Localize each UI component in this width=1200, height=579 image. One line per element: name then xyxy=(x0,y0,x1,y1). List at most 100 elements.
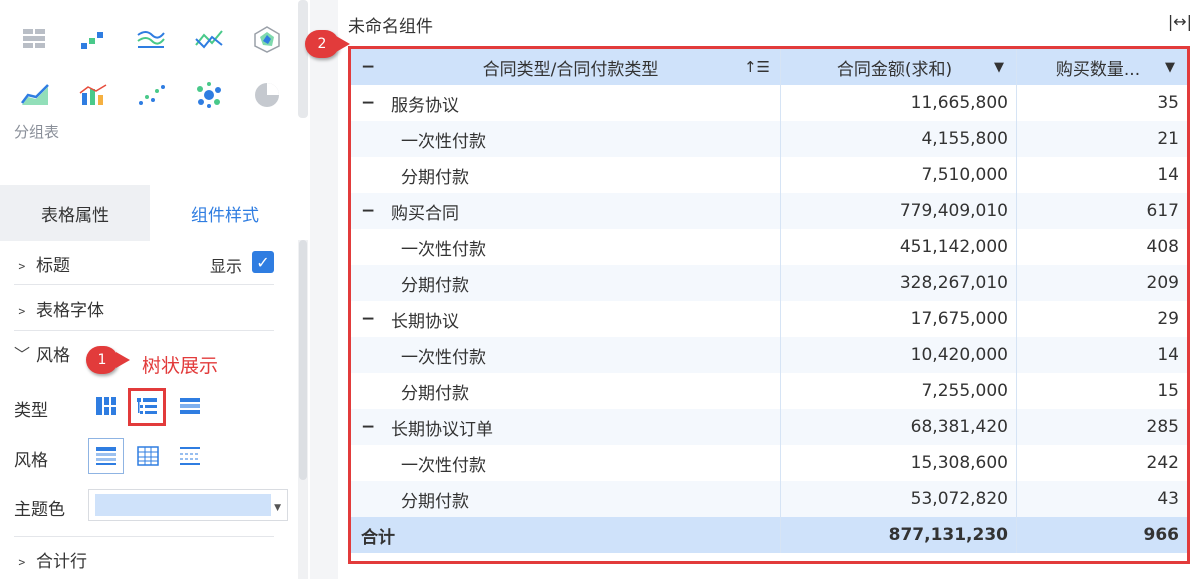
row-label: 一次性付款 xyxy=(401,347,486,368)
callout-badge-1: 1 xyxy=(86,346,118,374)
amount-cell: 779,409,010 xyxy=(781,193,1017,229)
area-chart-icon[interactable] xyxy=(18,78,52,112)
collapse-icon[interactable]: − xyxy=(361,309,387,329)
step-bar-chart-icon[interactable] xyxy=(76,22,110,56)
child-row: 分期付款 328,267,010 209 xyxy=(351,265,1187,301)
total-label: 合计 xyxy=(351,517,781,553)
show-title-checkbox[interactable]: ✓ xyxy=(252,251,274,273)
collapse-icon[interactable]: − xyxy=(361,93,387,113)
caret-down-icon[interactable]: ▼ xyxy=(1165,60,1175,75)
amount-cell: 53,072,820 xyxy=(781,481,1017,517)
collapse-icon[interactable]: − xyxy=(361,417,387,437)
row-label: 一次性付款 xyxy=(401,239,486,260)
callout-pointer xyxy=(336,36,350,52)
column-header-amount-label: 合同金额(求和) xyxy=(836,59,953,80)
amount-cell: 17,675,000 xyxy=(781,301,1017,337)
chart-type-gallery: 分组表 xyxy=(0,0,300,175)
column-header-quantity[interactable]: 购买数量... ▼ xyxy=(1017,49,1187,85)
row-label: 一次性付款 xyxy=(401,455,486,476)
group-row: − 长期协议 17,675,000 29 xyxy=(351,301,1187,337)
style-label: 风格 xyxy=(14,451,48,471)
line-marker-chart-icon[interactable] xyxy=(192,22,226,56)
amount-cell: 451,142,000 xyxy=(781,229,1017,265)
caret-down-icon[interactable]: ▼ xyxy=(994,60,1004,75)
quantity-cell: 43 xyxy=(1017,481,1187,517)
amount-cell: 328,267,010 xyxy=(781,265,1017,301)
sort-icon[interactable]: ↑☰ xyxy=(744,58,770,76)
child-row: 一次性付款 15,308,600 242 xyxy=(351,445,1187,481)
column-header-amount[interactable]: 合同金额(求和) ▼ xyxy=(781,49,1017,85)
row-label-cell: 分期付款 xyxy=(351,265,781,301)
row-label-cell: 一次性付款 xyxy=(351,445,781,481)
show-title-label: 显示 xyxy=(210,257,243,276)
row-label: 分期付款 xyxy=(401,167,469,188)
panel-scrollbar-thumb[interactable] xyxy=(299,240,307,480)
table-grid: − 合同类型/合同付款类型 ↑☰ 合同金额(求和) ▼ 购买数量... ▼ − 服… xyxy=(351,49,1187,553)
section-title-label: 标题 xyxy=(36,255,70,276)
collapse-icon[interactable]: − xyxy=(361,201,387,221)
radar-chart-icon[interactable] xyxy=(250,22,284,56)
style-option-grid-icon[interactable] xyxy=(134,442,162,470)
tab-table-properties[interactable]: 表格属性 xyxy=(0,185,150,241)
row-label-cell: 分期付款 xyxy=(351,481,781,517)
row-label: 分期付款 xyxy=(401,383,469,404)
type-label: 类型 xyxy=(14,401,48,421)
list-table-type-icon[interactable] xyxy=(176,392,204,420)
cross-table-type-icon[interactable] xyxy=(92,392,120,420)
row-label: 一次性付款 xyxy=(401,131,486,152)
gallery-scrollbar[interactable] xyxy=(298,0,308,118)
amount-cell: 7,510,000 xyxy=(781,157,1017,193)
column-header-type-label: 合同类型/合同付款类型 xyxy=(482,59,659,80)
quantity-cell: 14 xyxy=(1017,157,1187,193)
row-label: 购买合同 xyxy=(391,203,459,224)
component-title[interactable]: 未命名组件 xyxy=(348,12,433,37)
scatter-chart-icon[interactable] xyxy=(134,78,168,112)
section-table-font-label: 表格字体 xyxy=(36,300,104,321)
chart-type-label: 分组表 xyxy=(14,123,60,141)
quantity-cell: 285 xyxy=(1017,409,1187,445)
column-header-quantity-label: 购买数量... xyxy=(1055,59,1141,80)
style-option-lines-icon[interactable] xyxy=(176,442,204,470)
row-label-cell: − 长期协议 xyxy=(351,301,781,337)
row-label-cell: 分期付款 xyxy=(351,157,781,193)
theme-color-swatch xyxy=(95,494,271,516)
quantity-cell: 21 xyxy=(1017,121,1187,157)
left-panel: 分组表 表格属性 组件样式 ﹥ 标题 显示 ✓ ﹥ 表格字体 ﹀ 风格 类型 风… xyxy=(0,0,310,579)
quantity-cell: 35 xyxy=(1017,85,1187,121)
row-label-cell: − 长期协议订单 xyxy=(351,409,781,445)
divider xyxy=(14,284,274,285)
pie-chart-icon[interactable] xyxy=(250,78,284,112)
child-row: 一次性付款 451,142,000 408 xyxy=(351,229,1187,265)
section-style-label: 风格 xyxy=(36,345,70,366)
row-label: 长期协议订单 xyxy=(391,419,493,440)
table-header-row: − 合同类型/合同付款类型 ↑☰ 合同金额(求和) ▼ 购买数量... ▼ xyxy=(351,49,1187,85)
total-quantity: 966 xyxy=(1017,517,1187,553)
theme-color-select[interactable]: ▼ xyxy=(88,489,288,521)
divider xyxy=(14,536,274,537)
multi-line-chart-icon[interactable] xyxy=(134,22,168,56)
chevron-right-icon: ﹥ xyxy=(14,300,31,319)
collapse-all-icon[interactable]: − xyxy=(361,57,375,77)
table-body: − 服务协议 11,665,800 35 一次性付款 4,155,800 21 分期付款 7,5… xyxy=(351,85,1187,517)
section-total-row[interactable]: ﹥ 合计行 xyxy=(14,546,274,572)
row-label: 分期付款 xyxy=(401,275,469,296)
bubble-chart-icon[interactable] xyxy=(192,78,226,112)
chevron-right-icon: ﹥ xyxy=(14,255,31,274)
total-amount: 877,131,230 xyxy=(781,517,1017,553)
chevron-right-icon: ﹥ xyxy=(14,551,31,570)
style-option-striped-icon[interactable] xyxy=(88,438,124,474)
row-label-cell: − 购买合同 xyxy=(351,193,781,229)
group-row: − 服务协议 11,665,800 35 xyxy=(351,85,1187,121)
quantity-cell: 242 xyxy=(1017,445,1187,481)
tree-table-type-icon[interactable] xyxy=(128,388,166,426)
amount-cell: 68,381,420 xyxy=(781,409,1017,445)
caret-down-icon: ▼ xyxy=(274,503,281,513)
column-header-type[interactable]: − 合同类型/合同付款类型 ↑☰ xyxy=(351,49,781,85)
row-label-cell: 分期付款 xyxy=(351,373,781,409)
expand-width-icon[interactable]: |↔| xyxy=(1168,12,1192,31)
group-table-chart-icon[interactable] xyxy=(18,22,52,56)
section-table-font[interactable]: ﹥ 表格字体 xyxy=(14,295,274,321)
bar-line-combo-chart-icon[interactable] xyxy=(76,78,110,112)
tab-component-style[interactable]: 组件样式 xyxy=(150,185,300,241)
quantity-cell: 408 xyxy=(1017,229,1187,265)
